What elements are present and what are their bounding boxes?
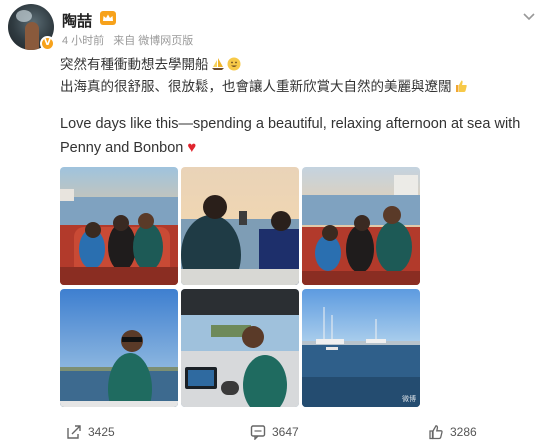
content-text: 突然有種衝動想去學開船 [60, 57, 209, 72]
photo-thumbnail[interactable]: 微博 [302, 289, 420, 407]
photo-thumbnail[interactable] [60, 289, 178, 407]
avatar-person [25, 22, 39, 50]
share-count: 3425 [88, 425, 115, 439]
comment-icon [250, 425, 266, 440]
heart-emoji-icon: ♥ [187, 139, 197, 156]
photo-watermark: 微博 [402, 396, 416, 403]
content-text: 出海真的很舒服、很放鬆，也會讓人重新欣賞大自然的美麗與遼闊 [60, 79, 452, 94]
avatar-sky [16, 10, 32, 22]
share-icon [67, 425, 81, 439]
post-header: V 陶喆 4 小时前 来自 微博网页版 [8, 4, 538, 51]
content-text: Penny and Bonbon [60, 140, 184, 156]
content-line-4: Penny and Bonbon ♥ [60, 136, 530, 160]
post-time[interactable]: 4 小时前 [62, 35, 104, 47]
vip-crown-icon [100, 11, 116, 25]
post-content: 突然有種衝動想去學開船 出海真的很舒服、很放鬆，也會讓人重新欣賞大自然的美麗與遼… [60, 54, 530, 160]
photo-thumbnail[interactable] [181, 289, 299, 407]
content-line-1: 突然有種衝動想去學開船 [60, 54, 530, 76]
verified-badge-icon: V [40, 36, 55, 51]
author-name[interactable]: 陶喆 [62, 10, 92, 31]
chevron-down-icon[interactable] [520, 10, 538, 22]
post-source: 来自 微博网页版 [113, 35, 194, 47]
post-meta: 4 小时前 来自 微博网页版 [62, 32, 199, 48]
content-line-3: Love days like this—spending a beautiful… [60, 116, 521, 132]
like-count: 3286 [450, 425, 477, 439]
grin-emoji-icon [227, 56, 241, 71]
photo-thumbnail[interactable] [302, 167, 420, 285]
content-gap [60, 98, 530, 112]
thumbs-up-icon [429, 425, 443, 440]
photo-grid: 微博 [60, 167, 421, 408]
thumbs-up-emoji-icon [454, 78, 468, 92]
content-line-2: 出海真的很舒服、很放鬆，也會讓人重新欣賞大自然的美麗與遼闊 [60, 76, 530, 98]
sailboat-emoji-icon [211, 56, 225, 70]
photo-thumbnail[interactable] [60, 167, 178, 285]
photo-thumbnail[interactable] [181, 167, 299, 285]
comment-count: 3647 [272, 425, 299, 439]
post-actions: 3425 3647 3286 [0, 418, 545, 441]
